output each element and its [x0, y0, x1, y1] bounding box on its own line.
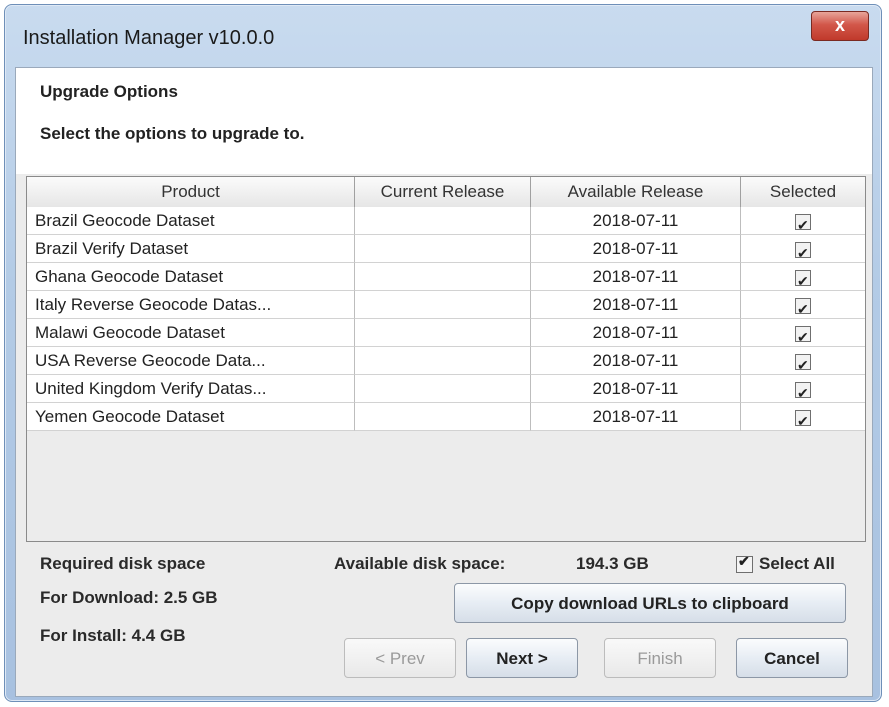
table-row[interactable]: Yemen Geocode Dataset 2018-07-11 [27, 403, 865, 431]
table-header: Product Current Release Available Releas… [27, 177, 865, 208]
product-cell: Ghana Geocode Dataset [27, 263, 355, 291]
available-release-cell: 2018-07-11 [531, 235, 741, 263]
installer-window: Installation Manager v10.0.0 x Upgrade O… [4, 4, 882, 702]
column-header-selected[interactable]: Selected [741, 177, 865, 207]
column-header-current-release[interactable]: Current Release [355, 177, 531, 207]
selected-cell [741, 235, 865, 263]
product-cell: Malawi Geocode Dataset [27, 319, 355, 347]
row-select-checkbox[interactable] [795, 239, 811, 262]
row-select-checkbox[interactable] [795, 351, 811, 374]
row-select-checkbox[interactable] [795, 295, 811, 318]
current-release-cell [355, 263, 531, 291]
column-header-product[interactable]: Product [27, 177, 355, 207]
select-all-label: Select All [759, 554, 835, 573]
row-select-checkbox[interactable] [795, 267, 811, 290]
available-disk-space-value: 194.3 GB [576, 554, 649, 573]
selected-cell [741, 263, 865, 291]
table-row[interactable]: Brazil Verify Dataset 2018-07-11 [27, 235, 865, 263]
table-row[interactable]: Malawi Geocode Dataset 2018-07-11 [27, 319, 865, 347]
table-row[interactable]: United Kingdom Verify Datas... 2018-07-11 [27, 375, 865, 403]
table-row[interactable]: Italy Reverse Geocode Datas... 2018-07-11 [27, 291, 865, 319]
current-release-cell [355, 291, 531, 319]
current-release-cell [355, 235, 531, 263]
product-cell: Brazil Geocode Dataset [27, 207, 355, 235]
page-title: Upgrade Options [40, 82, 178, 101]
available-disk-space-label: Available disk space: [334, 554, 506, 573]
dialog-body: Upgrade Options Select the options to up… [15, 67, 873, 697]
available-release-cell: 2018-07-11 [531, 347, 741, 375]
select-all-check-icon[interactable] [736, 553, 753, 574]
cancel-button[interactable]: Cancel [736, 638, 848, 678]
available-release-cell: 2018-07-11 [531, 291, 741, 319]
product-cell: USA Reverse Geocode Data... [27, 347, 355, 375]
next-button[interactable]: Next > [466, 638, 578, 678]
upgrade-table: Product Current Release Available Releas… [26, 176, 866, 542]
page-subtitle: Select the options to upgrade to. [40, 124, 305, 143]
selected-cell [741, 403, 865, 431]
prev-button[interactable]: < Prev [344, 638, 456, 678]
table-row[interactable]: Brazil Geocode Dataset 2018-07-11 [27, 207, 865, 235]
current-release-cell [355, 207, 531, 235]
row-select-checkbox[interactable] [795, 211, 811, 234]
column-header-available-release[interactable]: Available Release [531, 177, 741, 207]
current-release-cell [355, 319, 531, 347]
product-cell: Yemen Geocode Dataset [27, 403, 355, 431]
selected-cell [741, 291, 865, 319]
window-title: Installation Manager v10.0.0 [23, 27, 275, 49]
selected-cell [741, 347, 865, 375]
available-release-cell: 2018-07-11 [531, 207, 741, 235]
copy-download-urls-button[interactable]: Copy download URLs to clipboard [454, 583, 846, 623]
available-release-cell: 2018-07-11 [531, 319, 741, 347]
selected-cell [741, 375, 865, 403]
current-release-cell [355, 403, 531, 431]
product-cell: Brazil Verify Dataset [27, 235, 355, 263]
close-button[interactable]: x [811, 11, 869, 41]
row-select-checkbox[interactable] [795, 379, 811, 402]
product-cell: Italy Reverse Geocode Datas... [27, 291, 355, 319]
select-all-checkbox[interactable]: Select All [736, 553, 835, 574]
download-size-label: For Download: 2.5 GB [40, 588, 218, 607]
available-release-cell: 2018-07-11 [531, 263, 741, 291]
product-cell: United Kingdom Verify Datas... [27, 375, 355, 403]
title-bar[interactable]: Installation Manager v10.0.0 x [5, 5, 881, 71]
selected-cell [741, 319, 865, 347]
row-select-checkbox[interactable] [795, 323, 811, 346]
row-select-checkbox[interactable] [795, 407, 811, 430]
available-release-cell: 2018-07-11 [531, 375, 741, 403]
available-release-cell: 2018-07-11 [531, 403, 741, 431]
current-release-cell [355, 347, 531, 375]
finish-button[interactable]: Finish [604, 638, 716, 678]
current-release-cell [355, 375, 531, 403]
install-size-label: For Install: 4.4 GB [40, 626, 186, 645]
table-row[interactable]: USA Reverse Geocode Data... 2018-07-11 [27, 347, 865, 375]
table-row[interactable]: Ghana Geocode Dataset 2018-07-11 [27, 263, 865, 291]
header-panel: Upgrade Options Select the options to up… [16, 68, 872, 174]
required-disk-space-label: Required disk space [40, 554, 206, 573]
selected-cell [741, 207, 865, 235]
